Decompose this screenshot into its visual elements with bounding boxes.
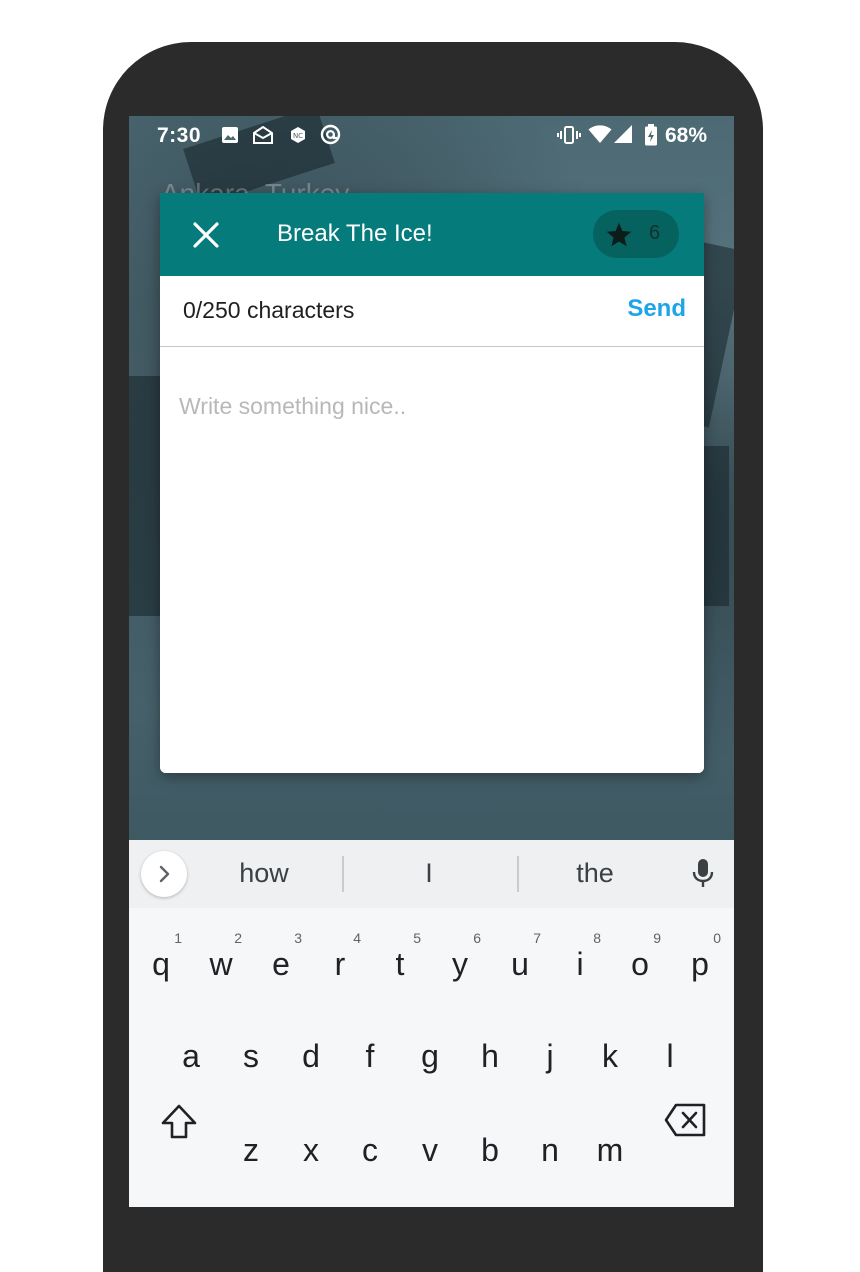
send-button[interactable]: Send — [627, 295, 686, 323]
shift-icon[interactable] — [159, 1102, 199, 1142]
svg-text:NC: NC — [293, 132, 303, 140]
key-p[interactable]: 0p — [671, 920, 729, 992]
dialog-title: Break The Ice! — [277, 220, 433, 247]
wifi-icon — [588, 125, 612, 143]
status-bar: 7:30 NC 68% — [129, 116, 734, 156]
key-u[interactable]: 7u — [491, 920, 549, 992]
key-w[interactable]: 2w — [192, 920, 250, 992]
key-r[interactable]: 4r — [311, 920, 369, 992]
key-j[interactable]: j — [521, 1020, 579, 1092]
suggestion-divider — [517, 856, 519, 892]
status-time: 7:30 — [157, 124, 202, 147]
key-e[interactable]: 3e — [252, 920, 310, 992]
credits-badge[interactable]: 6 — [593, 210, 679, 258]
key-l[interactable]: l — [641, 1020, 699, 1092]
microphone-icon[interactable] — [691, 858, 715, 890]
suggestion-1[interactable]: how — [204, 858, 324, 889]
image-icon — [222, 127, 238, 143]
key-v[interactable]: v — [401, 1114, 459, 1186]
message-input[interactable] — [160, 347, 704, 773]
key-b[interactable]: b — [461, 1114, 519, 1186]
break-the-ice-dialog: Break The Ice! 6 0/250 characters Send — [160, 193, 704, 773]
key-f[interactable]: f — [341, 1020, 399, 1092]
expand-toolbar-button[interactable] — [141, 851, 187, 897]
app-badge-icon: NC — [291, 127, 305, 143]
suggestion-bar: how I the — [129, 840, 734, 908]
key-a[interactable]: a — [162, 1020, 220, 1092]
chevron-right-icon — [159, 865, 170, 883]
star-icon — [606, 222, 632, 247]
key-t[interactable]: 5t — [371, 920, 429, 992]
character-counter: 0/250 characters — [183, 297, 355, 323]
credits-count: 6 — [649, 222, 661, 244]
key-n[interactable]: n — [521, 1114, 579, 1186]
key-c[interactable]: c — [341, 1114, 399, 1186]
key-y[interactable]: 6y — [431, 920, 489, 992]
dialog-header: Break The Ice! 6 — [160, 193, 704, 276]
key-d[interactable]: d — [282, 1020, 340, 1092]
key-h[interactable]: h — [461, 1020, 519, 1092]
close-icon[interactable] — [186, 215, 226, 255]
key-q[interactable]: 1q — [132, 920, 190, 992]
key-s[interactable]: s — [222, 1020, 280, 1092]
suggestion-divider — [342, 856, 344, 892]
key-o[interactable]: 9o — [611, 920, 669, 992]
signal-icon — [614, 125, 632, 143]
battery-charging-icon — [645, 124, 657, 146]
character-counter-row: 0/250 characters Send — [160, 276, 704, 347]
key-m[interactable]: m — [581, 1114, 639, 1186]
key-z[interactable]: z — [222, 1114, 280, 1186]
soft-keyboard: how I the 1q 2w 3e 4r 5t 6y 7u 8i 9o 0p … — [129, 840, 734, 1207]
key-i[interactable]: 8i — [551, 920, 609, 992]
backspace-icon[interactable] — [664, 1102, 708, 1138]
vibrate-icon — [557, 126, 581, 144]
at-sign-icon — [320, 124, 341, 145]
email-open-icon — [253, 126, 273, 144]
key-g[interactable]: g — [401, 1020, 459, 1092]
suggestion-2[interactable]: I — [369, 858, 489, 889]
phone-screen: Ankara, Turkey 7:30 NC — [129, 116, 734, 1207]
battery-percentage: 68% — [665, 124, 708, 147]
suggestion-3[interactable]: the — [535, 858, 655, 889]
key-x[interactable]: x — [282, 1114, 340, 1186]
key-k[interactable]: k — [581, 1020, 639, 1092]
